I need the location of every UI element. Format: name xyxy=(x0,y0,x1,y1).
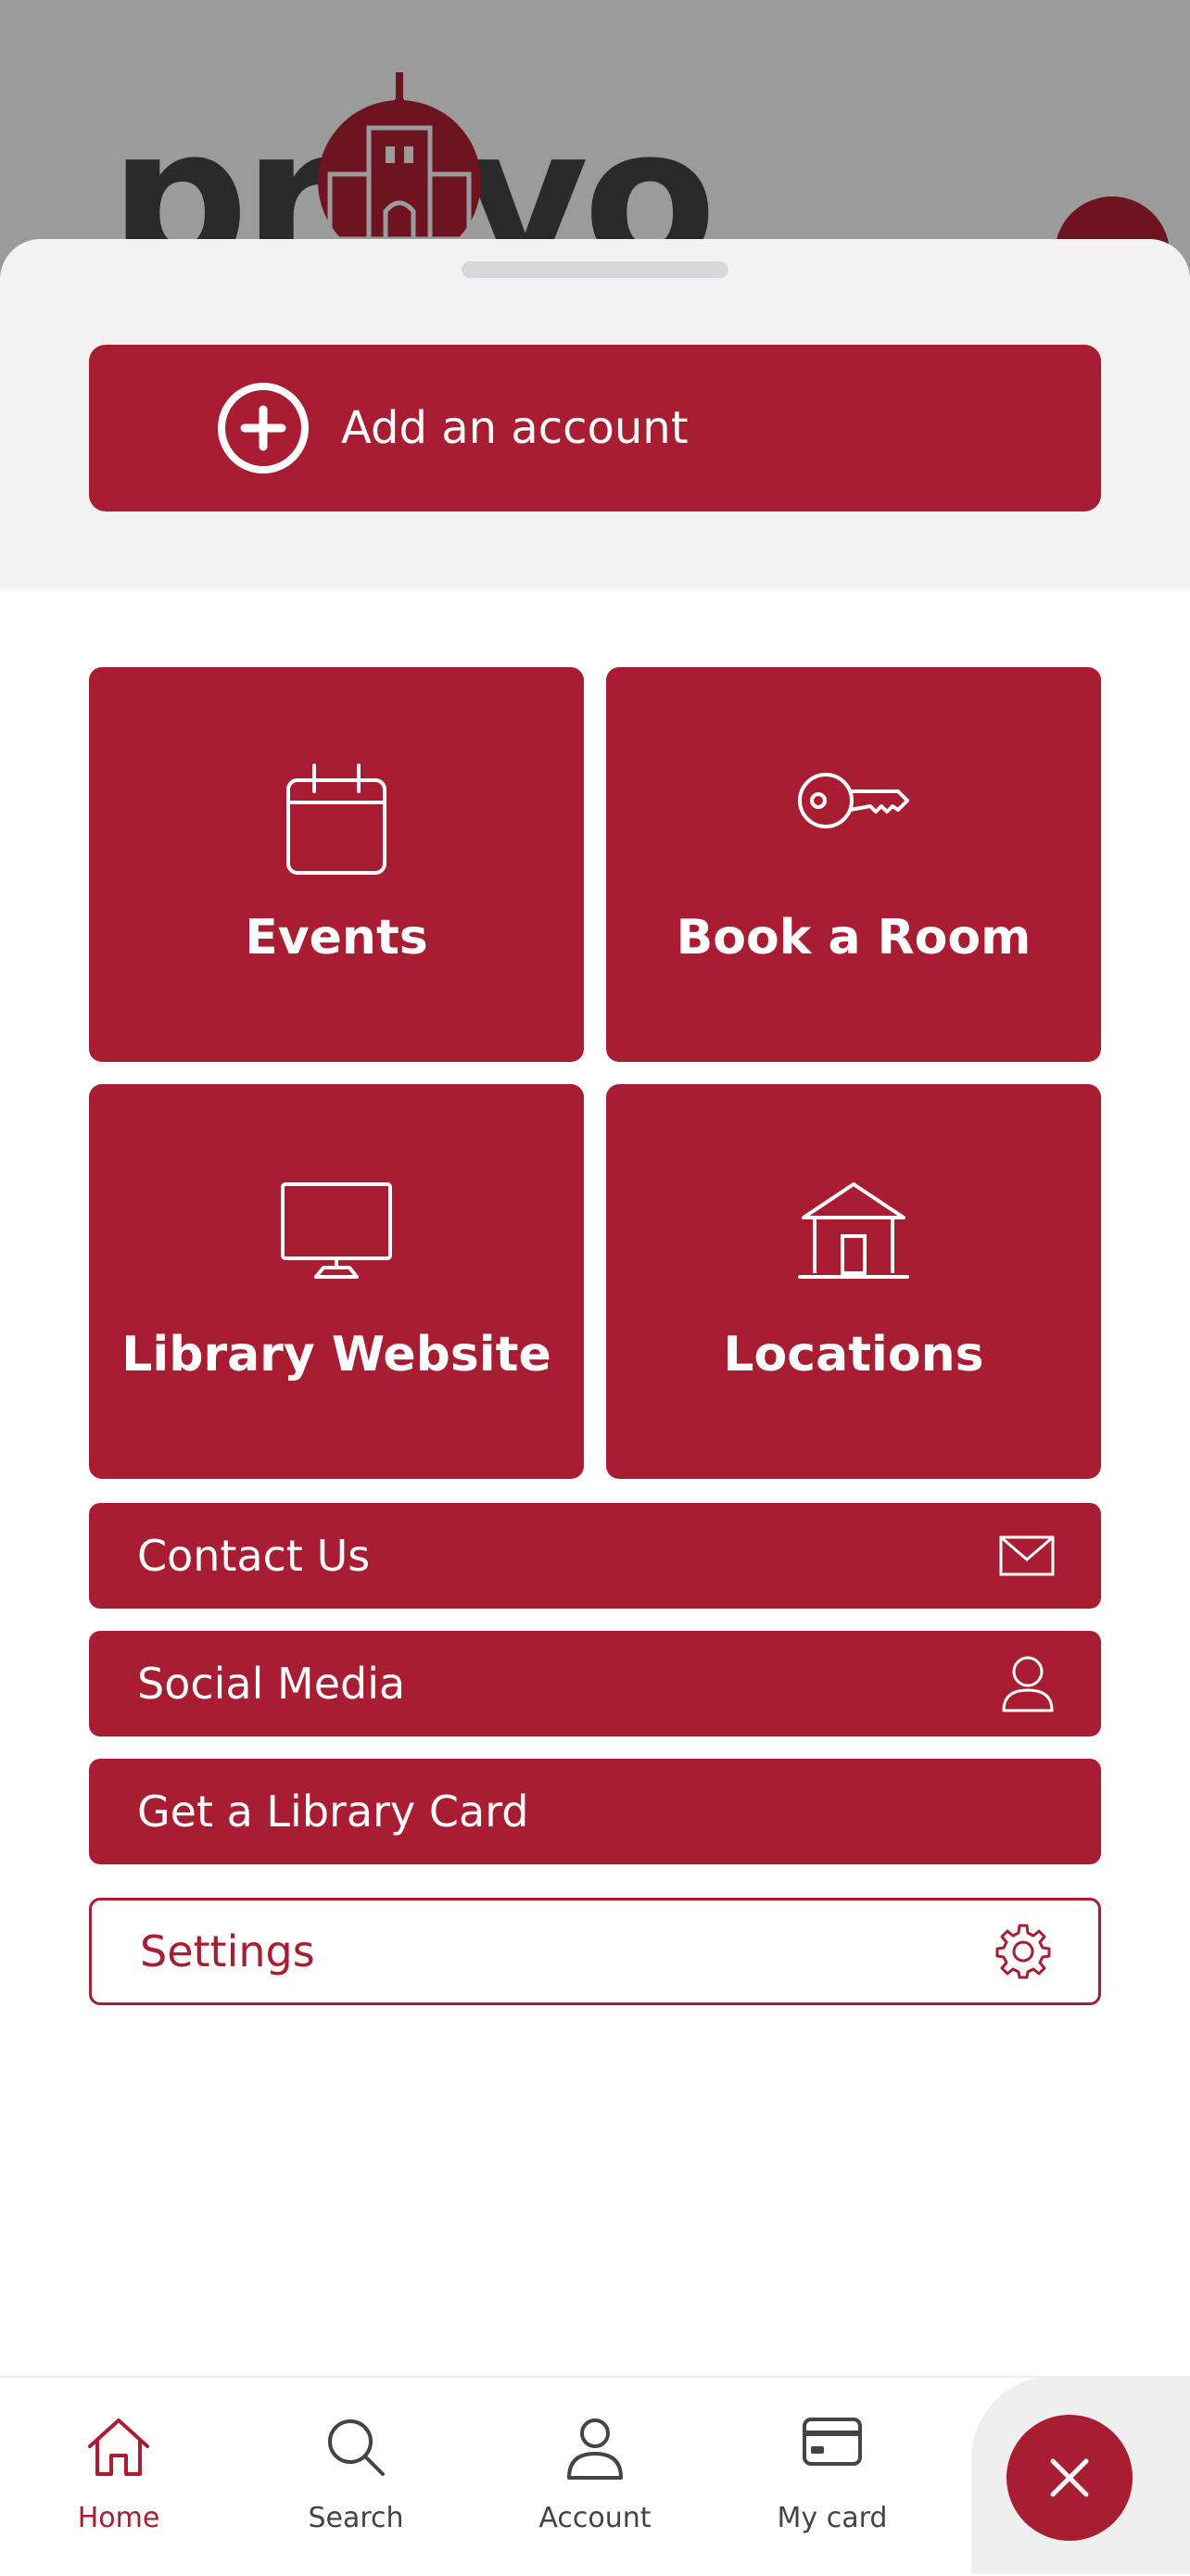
settings-button[interactable]: Settings xyxy=(89,1898,1101,2005)
nav-my-card[interactable]: My card xyxy=(740,2378,925,2576)
backdrop-header: provo xyxy=(0,0,1190,278)
nav-search[interactable]: Search xyxy=(263,2378,449,2576)
add-account-button[interactable]: Add an account xyxy=(89,345,1101,511)
events-tile[interactable]: Events xyxy=(89,667,584,1062)
monitor-icon xyxy=(281,1182,392,1279)
library-emblem-icon xyxy=(318,72,481,258)
settings-label: Settings xyxy=(140,1926,315,1976)
account-icon xyxy=(567,2418,623,2480)
get-library-card-label: Get a Library Card xyxy=(137,1787,529,1837)
get-library-card-button[interactable]: Get a Library Card xyxy=(89,1759,1101,1864)
menu-sheet: Add an account Events Book a Room Librar… xyxy=(0,239,1190,2574)
locations-tile[interactable]: Locations xyxy=(606,1084,1101,1479)
book-room-label: Book a Room xyxy=(676,910,1032,966)
close-menu-button[interactable] xyxy=(1006,2415,1133,2541)
sheet-drag-handle[interactable] xyxy=(462,261,728,278)
events-label: Events xyxy=(245,910,428,966)
social-media-label: Social Media xyxy=(137,1659,406,1709)
locations-label: Locations xyxy=(723,1327,984,1383)
key-icon xyxy=(798,773,909,828)
social-media-button[interactable]: Social Media xyxy=(89,1631,1101,1736)
nav-account-label: Account xyxy=(538,2502,652,2534)
library-website-label: Library Website xyxy=(121,1327,551,1383)
person-icon xyxy=(1002,1656,1054,1712)
close-icon xyxy=(1050,2458,1089,2497)
building-icon xyxy=(798,1182,909,1279)
add-account-label: Add an account xyxy=(341,402,689,454)
nav-my-card-label: My card xyxy=(777,2502,888,2534)
home-icon xyxy=(88,2418,149,2476)
contact-us-label: Contact Us xyxy=(137,1531,371,1581)
book-room-tile[interactable]: Book a Room xyxy=(606,667,1101,1062)
plus-circle-icon xyxy=(218,383,309,474)
nav-home[interactable]: Home xyxy=(26,2378,211,2576)
search-icon xyxy=(328,2419,385,2476)
nav-home-label: Home xyxy=(77,2502,160,2534)
gear-icon xyxy=(995,1924,1051,1979)
calendar-icon xyxy=(286,764,386,875)
contact-us-button[interactable]: Contact Us xyxy=(89,1503,1101,1609)
library-website-tile[interactable]: Library Website xyxy=(89,1084,584,1479)
nav-search-label: Search xyxy=(308,2502,404,2534)
nav-account[interactable]: Account xyxy=(502,2378,688,2576)
envelope-icon xyxy=(999,1535,1055,1576)
card-icon xyxy=(803,2418,862,2466)
